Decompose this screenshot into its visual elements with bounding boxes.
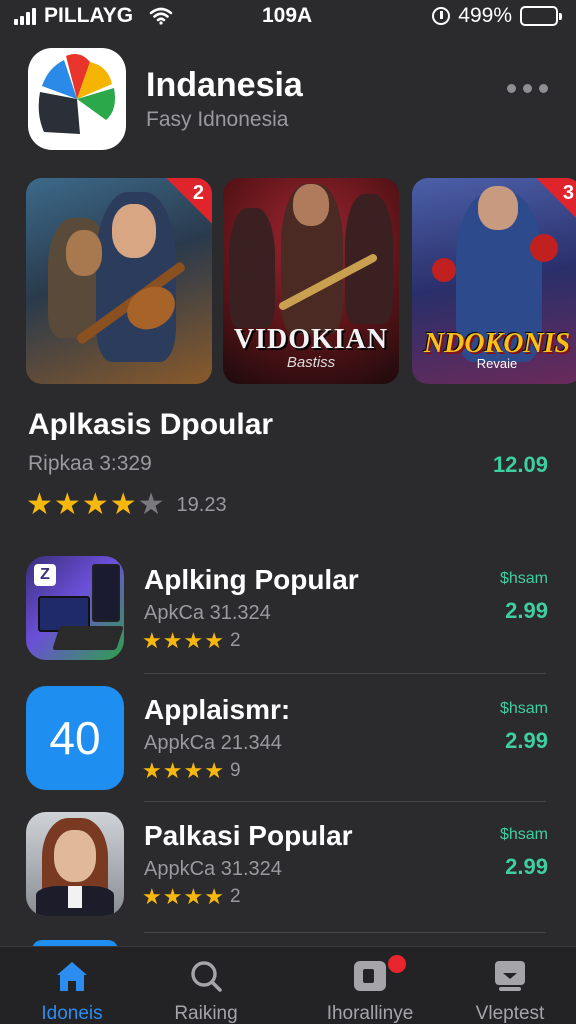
- card-caption: VIDOKIAN: [233, 324, 389, 355]
- carousel-card-3[interactable]: NDOKONIS Revaie 3: [412, 178, 576, 384]
- star-filled-icon: ★: [26, 488, 53, 521]
- carrier-label: PILLAYG: [44, 4, 134, 27]
- rating-count: 19.23: [176, 493, 227, 516]
- tab-bar: Idoneis Raiking Ihorallinye Vleptest: [0, 946, 576, 1024]
- notification-badge: [388, 955, 406, 973]
- tab-label: Vleptest: [475, 1003, 545, 1024]
- star-rating: ★ ★ ★ ★: [142, 886, 224, 908]
- pinwheel-logo-icon: [38, 54, 115, 134]
- price-label: $hsam: [499, 570, 548, 587]
- star-filled-icon: ★: [53, 488, 81, 521]
- status-right: 499%: [432, 4, 562, 28]
- ellipsis-icon: [507, 84, 516, 93]
- app-header: Indanesia Fasy Idnonesia: [28, 48, 548, 152]
- app-rating: ★ ★ ★ ★ 9: [142, 760, 241, 782]
- carousel-card-1[interactable]: 2: [26, 178, 212, 384]
- app-icon: 40: [26, 686, 124, 790]
- featured-price-button[interactable]: 12.09: [493, 452, 548, 478]
- star-filled-icon: ★: [204, 758, 224, 783]
- star-filled-icon: ★: [204, 628, 224, 653]
- tab-label: Ihorallinye: [326, 1003, 414, 1024]
- carousel-card-2[interactable]: VIDOKIAN Bastiss: [223, 178, 399, 384]
- featured-subtitle: Ripkaa 3:329: [28, 452, 152, 475]
- status-bar: PILLAYG 109A 499%: [0, 0, 576, 36]
- ellipsis-icon: [523, 84, 532, 93]
- app-icon: Z: [26, 556, 124, 660]
- rank-badge: [166, 178, 212, 224]
- tab-label: Idoneis: [41, 1003, 103, 1024]
- app-icon: [26, 812, 124, 916]
- featured-carousel[interactable]: 2 VIDOKIAN Bastiss NDOKONIS Revaie 3: [26, 178, 576, 384]
- star-filled-icon: ★: [204, 884, 224, 909]
- rank-badge-number: 2: [192, 182, 204, 204]
- list-item[interactable]: Palkasi Popular AppkCa 31.324 ★ ★ ★ ★ 2 $hs…: [26, 812, 550, 920]
- app-rating: ★ ★ ★ ★ 2: [142, 886, 241, 908]
- divider: [144, 932, 546, 933]
- app-name: Palkasi Popular: [144, 820, 353, 851]
- apps-icon: [354, 961, 386, 991]
- star-rating: ★ ★ ★ ★: [142, 760, 224, 782]
- rank-badge-number: 3: [562, 182, 574, 204]
- list-item[interactable]: 40 Applaismr: AppkCa 21.344 ★ ★ ★ ★ 9 $hsam…: [26, 686, 550, 794]
- card-subcaption: Bastiss: [286, 354, 336, 371]
- updates-icon: [495, 961, 525, 991]
- featured-title[interactable]: Aplkasis Dpoular: [28, 408, 273, 442]
- list-item[interactable]: Z Aplking Popular ApkCa 31.324 ★ ★ ★ ★ 2 $h…: [26, 556, 550, 664]
- divider: [144, 801, 546, 802]
- star-filled-icon: ★: [81, 488, 109, 521]
- tab-updates[interactable]: Vleptest: [438, 947, 576, 1024]
- app-rating: ★ ★ ★ ★ 2: [142, 630, 241, 652]
- home-icon: [57, 962, 87, 991]
- star-filled-icon: ★: [109, 488, 137, 521]
- price-button[interactable]: 2.99: [505, 728, 548, 754]
- star-filled-icon: ★: [142, 758, 162, 783]
- star-filled-icon: ★: [162, 884, 183, 909]
- app-logo[interactable]: [28, 48, 126, 150]
- star-rating: ★ ★ ★ ★: [142, 630, 224, 652]
- alarm-icon: [432, 7, 451, 25]
- star-filled-icon: ★: [162, 628, 183, 653]
- rating-count: 2: [229, 886, 241, 907]
- star-rating: ★ ★ ★ ★ ★: [26, 490, 165, 520]
- price-button[interactable]: 2.99: [505, 854, 548, 880]
- tab-apps[interactable]: Ihorallinye: [298, 947, 442, 1024]
- star-filled-icon: ★: [183, 628, 204, 653]
- app-subtitle: AppkCa 31.324: [144, 858, 282, 880]
- ellipsis-icon: [539, 84, 548, 93]
- app-title: Indanesia: [146, 66, 303, 104]
- battery-icon: [520, 6, 562, 26]
- more-button[interactable]: [507, 84, 548, 93]
- star-empty-icon: ★: [137, 488, 165, 521]
- featured-rating: ★ ★ ★ ★ ★ 19.23: [26, 490, 227, 520]
- app-subtitle: Fasy Idnonesia: [146, 108, 289, 131]
- rating-count: 2: [229, 630, 241, 651]
- star-filled-icon: ★: [142, 628, 162, 653]
- app-name: Applaismr:: [144, 694, 291, 725]
- tab-home[interactable]: Idoneis: [0, 947, 144, 1024]
- signal-icon: [14, 7, 36, 25]
- status-left: PILLAYG: [14, 4, 173, 28]
- divider: [144, 673, 546, 674]
- app-subtitle: AppkCa 21.344: [144, 732, 282, 754]
- tab-label: Raiking: [174, 1003, 238, 1024]
- battery-percent: 499%: [458, 4, 512, 27]
- star-filled-icon: ★: [183, 758, 204, 783]
- price-label: $hsam: [499, 700, 548, 717]
- star-filled-icon: ★: [183, 884, 204, 909]
- price-button[interactable]: 2.99: [505, 598, 548, 624]
- tab-ranking[interactable]: Raiking: [134, 947, 278, 1024]
- app-subtitle: ApkCa 31.324: [144, 602, 271, 624]
- star-filled-icon: ★: [162, 758, 183, 783]
- card-subcaption: Revaie: [476, 356, 518, 371]
- star-filled-icon: ★: [142, 884, 162, 909]
- app-name: Aplking Popular: [144, 564, 359, 595]
- rating-count: 9: [229, 760, 241, 781]
- price-label: $hsam: [499, 826, 548, 843]
- wifi-icon: [149, 7, 173, 25]
- status-time: 109A: [262, 4, 313, 27]
- search-icon: [191, 961, 222, 992]
